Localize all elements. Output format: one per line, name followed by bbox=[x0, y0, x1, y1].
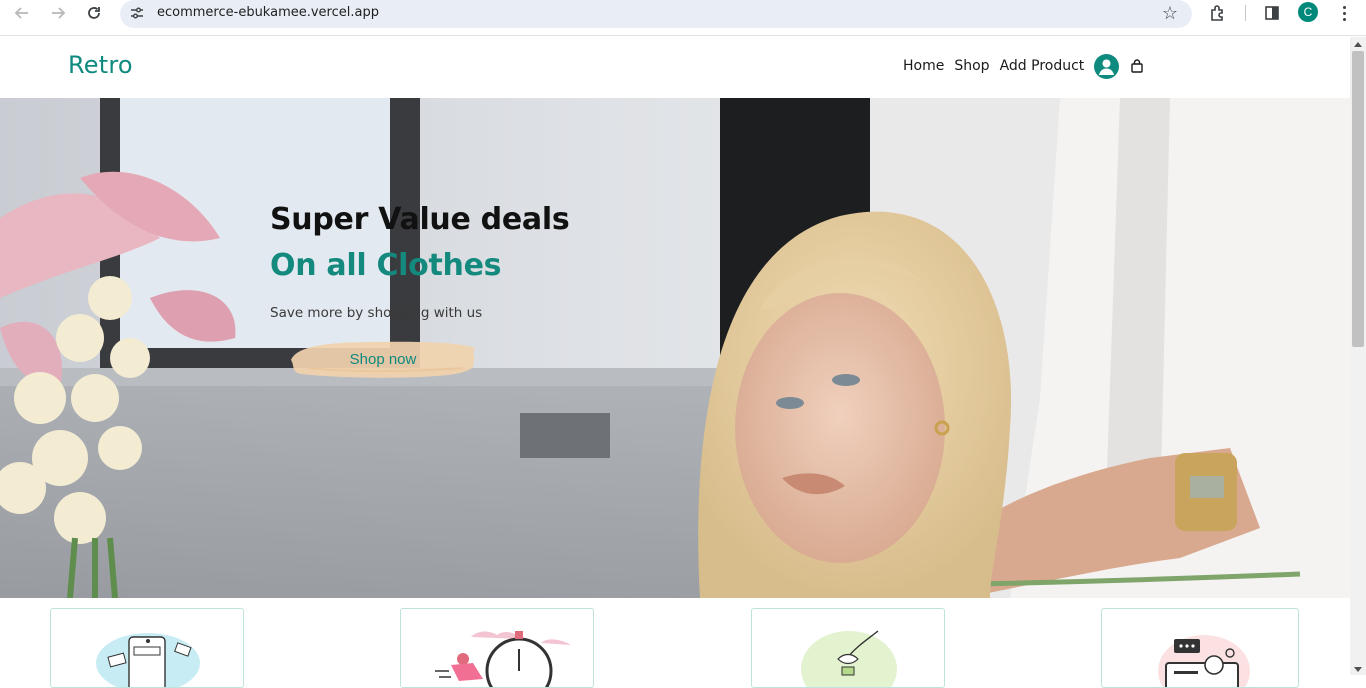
hero-background-image bbox=[0, 98, 1350, 598]
feature-card-delivery bbox=[400, 608, 594, 688]
feature-card-payment bbox=[50, 608, 244, 688]
browser-toolbar: ecommerce-ebukamee.vercel.app ☆ C bbox=[0, 0, 1366, 36]
site-header: Retro Home Shop Add Product bbox=[0, 37, 1350, 98]
scroll-up-arrow-icon[interactable] bbox=[1354, 42, 1362, 47]
user-avatar-icon[interactable] bbox=[1094, 54, 1119, 79]
hero-subtitle: On all Clothes bbox=[270, 248, 502, 283]
customer-support-illustration bbox=[1158, 635, 1250, 687]
nav-shop-link[interactable]: Shop bbox=[954, 58, 989, 74]
shop-now-label[interactable]: Shop now bbox=[350, 351, 417, 368]
address-bar[interactable]: ecommerce-ebukamee.vercel.app ☆ bbox=[120, 0, 1192, 28]
site-logo[interactable]: Retro bbox=[68, 51, 133, 79]
payment-phone-illustration bbox=[96, 633, 200, 687]
shop-now-button[interactable]: Shop now bbox=[287, 338, 479, 380]
url-text[interactable]: ecommerce-ebukamee.vercel.app bbox=[157, 5, 379, 20]
hero-description: Save more by shopping with us bbox=[270, 305, 483, 321]
scrollbar-thumb[interactable] bbox=[1352, 51, 1364, 347]
toolbar-divider bbox=[1245, 5, 1246, 21]
nav-home-link[interactable]: Home bbox=[903, 58, 944, 74]
scroll-down-arrow-icon[interactable] bbox=[1354, 667, 1362, 672]
extensions-icon[interactable] bbox=[1206, 2, 1230, 24]
site-info-icon[interactable] bbox=[129, 5, 145, 21]
save-money-hand-illustration bbox=[801, 630, 897, 687]
page-scrollbar[interactable] bbox=[1350, 37, 1366, 675]
feature-card-savings bbox=[751, 608, 945, 688]
kebab-menu-icon[interactable] bbox=[1334, 3, 1354, 23]
fast-delivery-stopwatch-illustration bbox=[435, 631, 571, 687]
shopping-bag-icon[interactable] bbox=[1131, 59, 1143, 73]
forward-arrow-icon[interactable] bbox=[46, 2, 70, 24]
hero-title: Super Value deals bbox=[270, 202, 570, 237]
feature-card-support bbox=[1101, 608, 1299, 688]
back-arrow-icon[interactable] bbox=[10, 2, 34, 24]
reload-icon[interactable] bbox=[82, 2, 106, 24]
hero-banner: Super Value deals On all Clothes Save mo… bbox=[0, 98, 1350, 598]
bookmark-star-icon[interactable]: ☆ bbox=[1162, 3, 1178, 24]
profile-avatar[interactable]: C bbox=[1298, 2, 1318, 22]
main-nav: Home Shop Add Product bbox=[903, 58, 1094, 74]
nav-add-product-link[interactable]: Add Product bbox=[1000, 58, 1085, 74]
side-panel-icon[interactable] bbox=[1260, 2, 1284, 24]
